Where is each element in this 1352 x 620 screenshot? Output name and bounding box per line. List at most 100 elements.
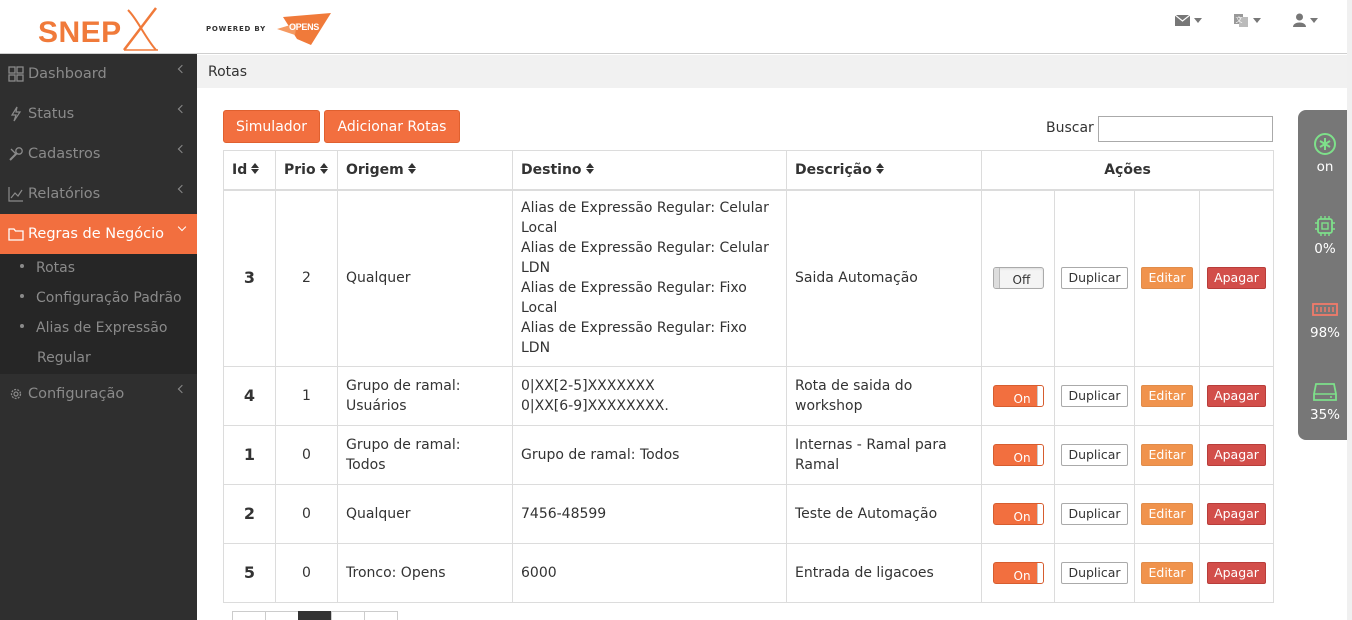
sidebar-item-label: Regras de Negócio [28, 226, 165, 242]
cell-descricao: Rota de saida do workshop [786, 366, 982, 426]
cell-delete: Apagar [1198, 189, 1275, 367]
table-row: 1 0 Grupo de ramal: Todos Grupo de ramal… [223, 425, 1275, 485]
cell-edit: Editar [1134, 425, 1200, 485]
cell-prio: 2 [275, 189, 338, 367]
duplicate-button[interactable]: Duplicar [1061, 444, 1128, 466]
submenu-item-alias-de-expressao[interactable]: Alias de Expressão [20, 320, 167, 336]
cell-edit: Editar [1134, 543, 1200, 603]
caret-down-icon [1310, 17, 1318, 23]
logo-x-icon [123, 7, 158, 51]
pagination-button-active[interactable] [298, 611, 332, 620]
sidebar-item-status[interactable]: Status [0, 94, 197, 134]
envelope-icon [1175, 14, 1190, 26]
column-header-descricao[interactable]: Descrição [786, 150, 982, 191]
cell-prio: 0 [275, 484, 338, 544]
toggle-knob [1036, 563, 1043, 583]
table-row: 3 2 Qualquer Alias de Expressão Regular:… [223, 189, 1275, 367]
delete-button[interactable]: Apagar [1207, 267, 1266, 290]
sidebar-item-label: Cadastros [28, 146, 101, 162]
user-icon [1293, 13, 1306, 27]
status-toggle[interactable]: On [992, 562, 1044, 584]
table-header-row: Id Prio Origem Destino Descrição Ações [223, 150, 1275, 191]
simulator-button[interactable]: Simulador [223, 110, 320, 143]
opens-logo-text: OPENS [289, 22, 320, 32]
toggle-knob [993, 268, 1000, 289]
submenu-item-rotas[interactable]: Rotas [20, 260, 75, 276]
edit-button[interactable]: Editar [1141, 503, 1193, 525]
sort-icon [251, 163, 260, 175]
cell-destino: 7456-48599 [512, 484, 787, 544]
delete-button[interactable]: Apagar [1207, 503, 1266, 525]
status-toggle[interactable]: On [992, 444, 1044, 466]
cell-delete: Apagar [1198, 366, 1275, 426]
cell-destino: Grupo de ramal: Todos [512, 425, 787, 485]
cell-destino: 0|XX[2-5]XXXXXXX 0|XX[6-9]XXXXXXXX. [512, 366, 787, 426]
sidebar-item-label: Status [28, 106, 75, 122]
toggle-label: Off [1012, 273, 1031, 288]
header-label: Prio [284, 161, 316, 178]
user-menu[interactable] [1293, 12, 1318, 28]
status-toggle[interactable]: Off [992, 267, 1044, 290]
cell-id: 3 [223, 189, 276, 367]
asterisk-status: on [1298, 132, 1352, 175]
sidebar-item-configuracao[interactable]: Configuração [0, 374, 197, 414]
table-row: 4 1 Grupo de ramal: Usuários 0|XX[2-5]XX… [223, 366, 1275, 426]
cell-status: On [981, 484, 1055, 544]
language-menu[interactable]: 文 [1234, 12, 1261, 28]
column-header-id[interactable]: Id [223, 150, 276, 191]
sidebar-item-cadastros[interactable]: Cadastros [0, 134, 197, 174]
duplicate-button[interactable]: Duplicar [1061, 267, 1128, 290]
column-header-origem[interactable]: Origem [337, 150, 513, 191]
submenu-label: Rotas [36, 260, 76, 276]
cell-edit: Editar [1134, 366, 1200, 426]
add-route-button[interactable]: Adicionar Rotas [324, 110, 460, 143]
status-toggle[interactable]: On [992, 503, 1044, 525]
cell-status: Off [981, 189, 1055, 367]
edit-button[interactable]: Editar [1141, 267, 1193, 290]
column-header-prio[interactable]: Prio [275, 150, 338, 191]
pagination-button[interactable] [331, 611, 365, 620]
submenu-item-configuracao-padrao[interactable]: Configuração Padrão [20, 290, 182, 306]
submenu-item-alias-continuation[interactable]: Regular [37, 350, 91, 366]
snep-logo[interactable]: SNEP [38, 6, 163, 52]
bullet-icon [20, 294, 24, 298]
destino-line: 7456-48599 [521, 506, 607, 522]
duplicate-button[interactable]: Duplicar [1061, 503, 1128, 525]
pagination-button[interactable] [232, 611, 266, 620]
routes-table: Id Prio Origem Destino Descrição Ações 3… [223, 150, 1275, 603]
destino-line: Grupo de ramal: Todos [521, 447, 680, 463]
cell-edit: Editar [1134, 484, 1200, 544]
tools-icon [8, 146, 24, 162]
sidebar-item-label: Dashboard [28, 66, 107, 82]
delete-button[interactable]: Apagar [1207, 444, 1266, 466]
status-toggle[interactable]: On [992, 385, 1044, 407]
messages-menu[interactable] [1175, 12, 1202, 28]
cell-id: 2 [223, 484, 276, 544]
search-input[interactable] [1098, 116, 1273, 142]
page-scrollbar[interactable] [1347, 0, 1352, 620]
toggle-label: On [1013, 569, 1031, 583]
pagination-button[interactable] [265, 611, 299, 620]
edit-button[interactable]: Editar [1141, 562, 1193, 584]
sidebar-item-relatorios[interactable]: Relatórios [0, 174, 197, 214]
toggle-label: On [1013, 451, 1031, 465]
header-label: Destino [521, 161, 582, 178]
edit-button[interactable]: Editar [1141, 385, 1193, 407]
breadcrumb: Rotas [197, 55, 1352, 88]
sidebar-submenu: Rotas Configuração Padrão Alias de Expre… [0, 254, 197, 374]
column-header-destino[interactable]: Destino [512, 150, 787, 191]
language-icon: 文 [1234, 13, 1248, 27]
duplicate-button[interactable]: Duplicar [1061, 385, 1128, 407]
edit-button[interactable]: Editar [1141, 444, 1193, 466]
sidebar-item-dashboard[interactable]: Dashboard [0, 54, 197, 94]
system-status-panel: on 0% 98% 35% [1298, 110, 1352, 440]
delete-button[interactable]: Apagar [1207, 385, 1266, 407]
cpu-status: 0% [1298, 214, 1352, 257]
cell-origem: Qualquer [337, 484, 513, 544]
pagination-button[interactable] [364, 611, 398, 620]
delete-button[interactable]: Apagar [1207, 562, 1266, 584]
memory-status: 98% [1298, 298, 1352, 341]
duplicate-button[interactable]: Duplicar [1061, 562, 1128, 584]
sidebar-item-regras-de-negocio[interactable]: Regras de Negócio [0, 214, 197, 254]
logo-text: SNEP [38, 16, 122, 49]
